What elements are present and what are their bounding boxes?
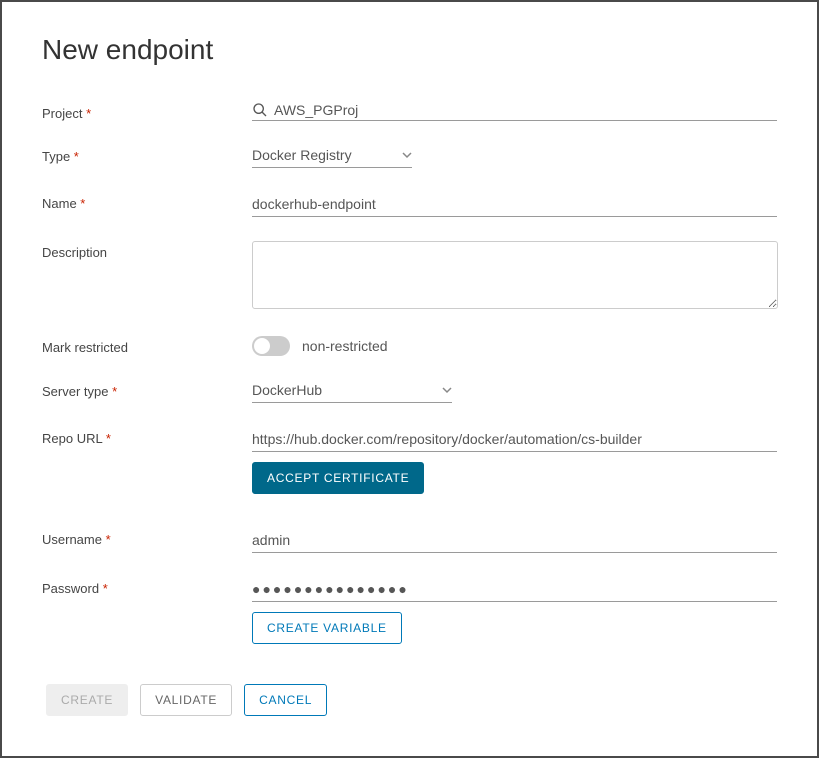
label-repo-url: Repo URL bbox=[42, 427, 252, 446]
label-type: Type bbox=[42, 145, 252, 164]
row-type: Type Docker Registry bbox=[42, 145, 777, 168]
toggle-knob bbox=[254, 338, 270, 354]
row-server-type: Server type DockerHub bbox=[42, 380, 777, 403]
row-password: Password ●●●●●●●●●●●●●●● Create Variable bbox=[42, 577, 777, 644]
label-description: Description bbox=[42, 241, 252, 260]
label-restricted: Mark restricted bbox=[42, 336, 252, 355]
chevron-down-icon bbox=[402, 150, 412, 160]
validate-button[interactable]: Validate bbox=[140, 684, 232, 716]
row-description: Description bbox=[42, 241, 777, 312]
row-name: Name bbox=[42, 192, 777, 217]
footer-actions: Create Validate Cancel bbox=[46, 684, 327, 716]
search-icon bbox=[252, 102, 268, 118]
project-input[interactable] bbox=[274, 102, 777, 118]
label-username: Username bbox=[42, 528, 252, 547]
username-input[interactable] bbox=[252, 528, 777, 553]
restricted-state-label: non-restricted bbox=[302, 338, 388, 354]
label-server-type: Server type bbox=[42, 380, 252, 399]
row-username: Username bbox=[42, 528, 777, 553]
create-button: Create bbox=[46, 684, 128, 716]
repo-url-input[interactable] bbox=[252, 427, 777, 452]
label-password: Password bbox=[42, 577, 252, 596]
project-field-wrap[interactable] bbox=[252, 102, 777, 121]
row-repo-url: Repo URL Accept Certificate bbox=[42, 427, 777, 494]
name-input[interactable] bbox=[252, 192, 777, 217]
row-project: Project bbox=[42, 102, 777, 121]
accept-certificate-button[interactable]: Accept Certificate bbox=[252, 462, 424, 494]
label-project: Project bbox=[42, 102, 252, 121]
new-endpoint-modal: New endpoint Project Type Docker Registr… bbox=[0, 0, 819, 758]
create-variable-button[interactable]: Create Variable bbox=[252, 612, 402, 644]
label-name: Name bbox=[42, 192, 252, 211]
chevron-down-icon bbox=[442, 385, 452, 395]
server-type-value: DockerHub bbox=[252, 382, 322, 398]
password-input[interactable]: ●●●●●●●●●●●●●●● bbox=[252, 577, 777, 602]
row-restricted: Mark restricted non-restricted bbox=[42, 336, 777, 356]
type-value: Docker Registry bbox=[252, 147, 352, 163]
type-select[interactable]: Docker Registry bbox=[252, 145, 412, 168]
cancel-button[interactable]: Cancel bbox=[244, 684, 327, 716]
server-type-select[interactable]: DockerHub bbox=[252, 380, 452, 403]
modal-title: New endpoint bbox=[42, 34, 777, 66]
description-textarea[interactable] bbox=[252, 241, 778, 309]
restricted-toggle[interactable] bbox=[252, 336, 290, 356]
